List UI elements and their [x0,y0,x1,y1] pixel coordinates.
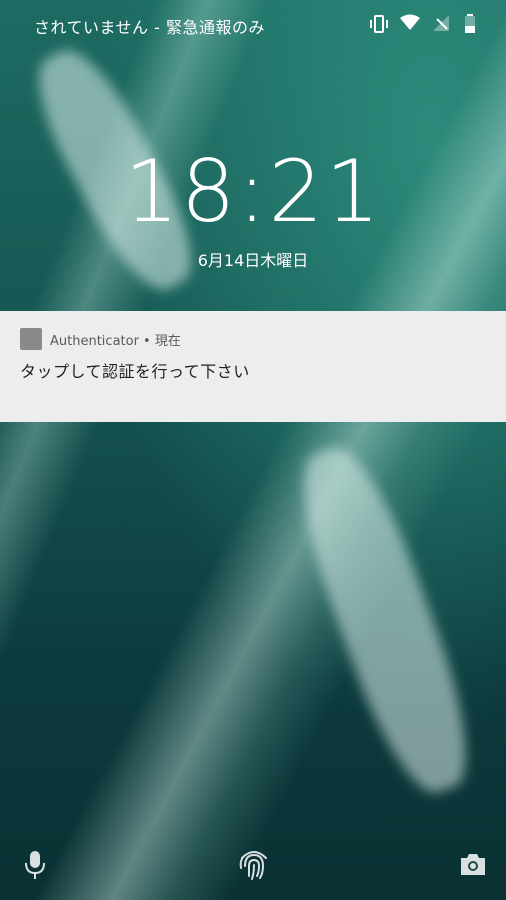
notification-message[interactable]: タップして認証を行って下さい [20,358,250,382]
wifi-icon [400,14,420,34]
app-icon [20,328,42,350]
status-bar: されていません - 緊急通報のみ [0,0,506,50]
lockscreen-date: 6月14日木曜日 [197,251,309,270]
no-signal-icon [432,14,452,34]
battery-icon [464,14,484,34]
notification-app-line: Authenticator • 現在 [50,334,181,349]
wallpaper [0,0,506,900]
camera-icon[interactable] [458,852,488,882]
microphone-icon[interactable] [22,849,48,885]
vibrate-icon [368,14,388,34]
wallpaper-surf [281,435,489,805]
carrier-text: されていません - 緊急通報のみ [34,18,265,37]
lockscreen-clock: 18:21 [124,142,382,242]
fingerprint-icon[interactable] [236,844,272,888]
